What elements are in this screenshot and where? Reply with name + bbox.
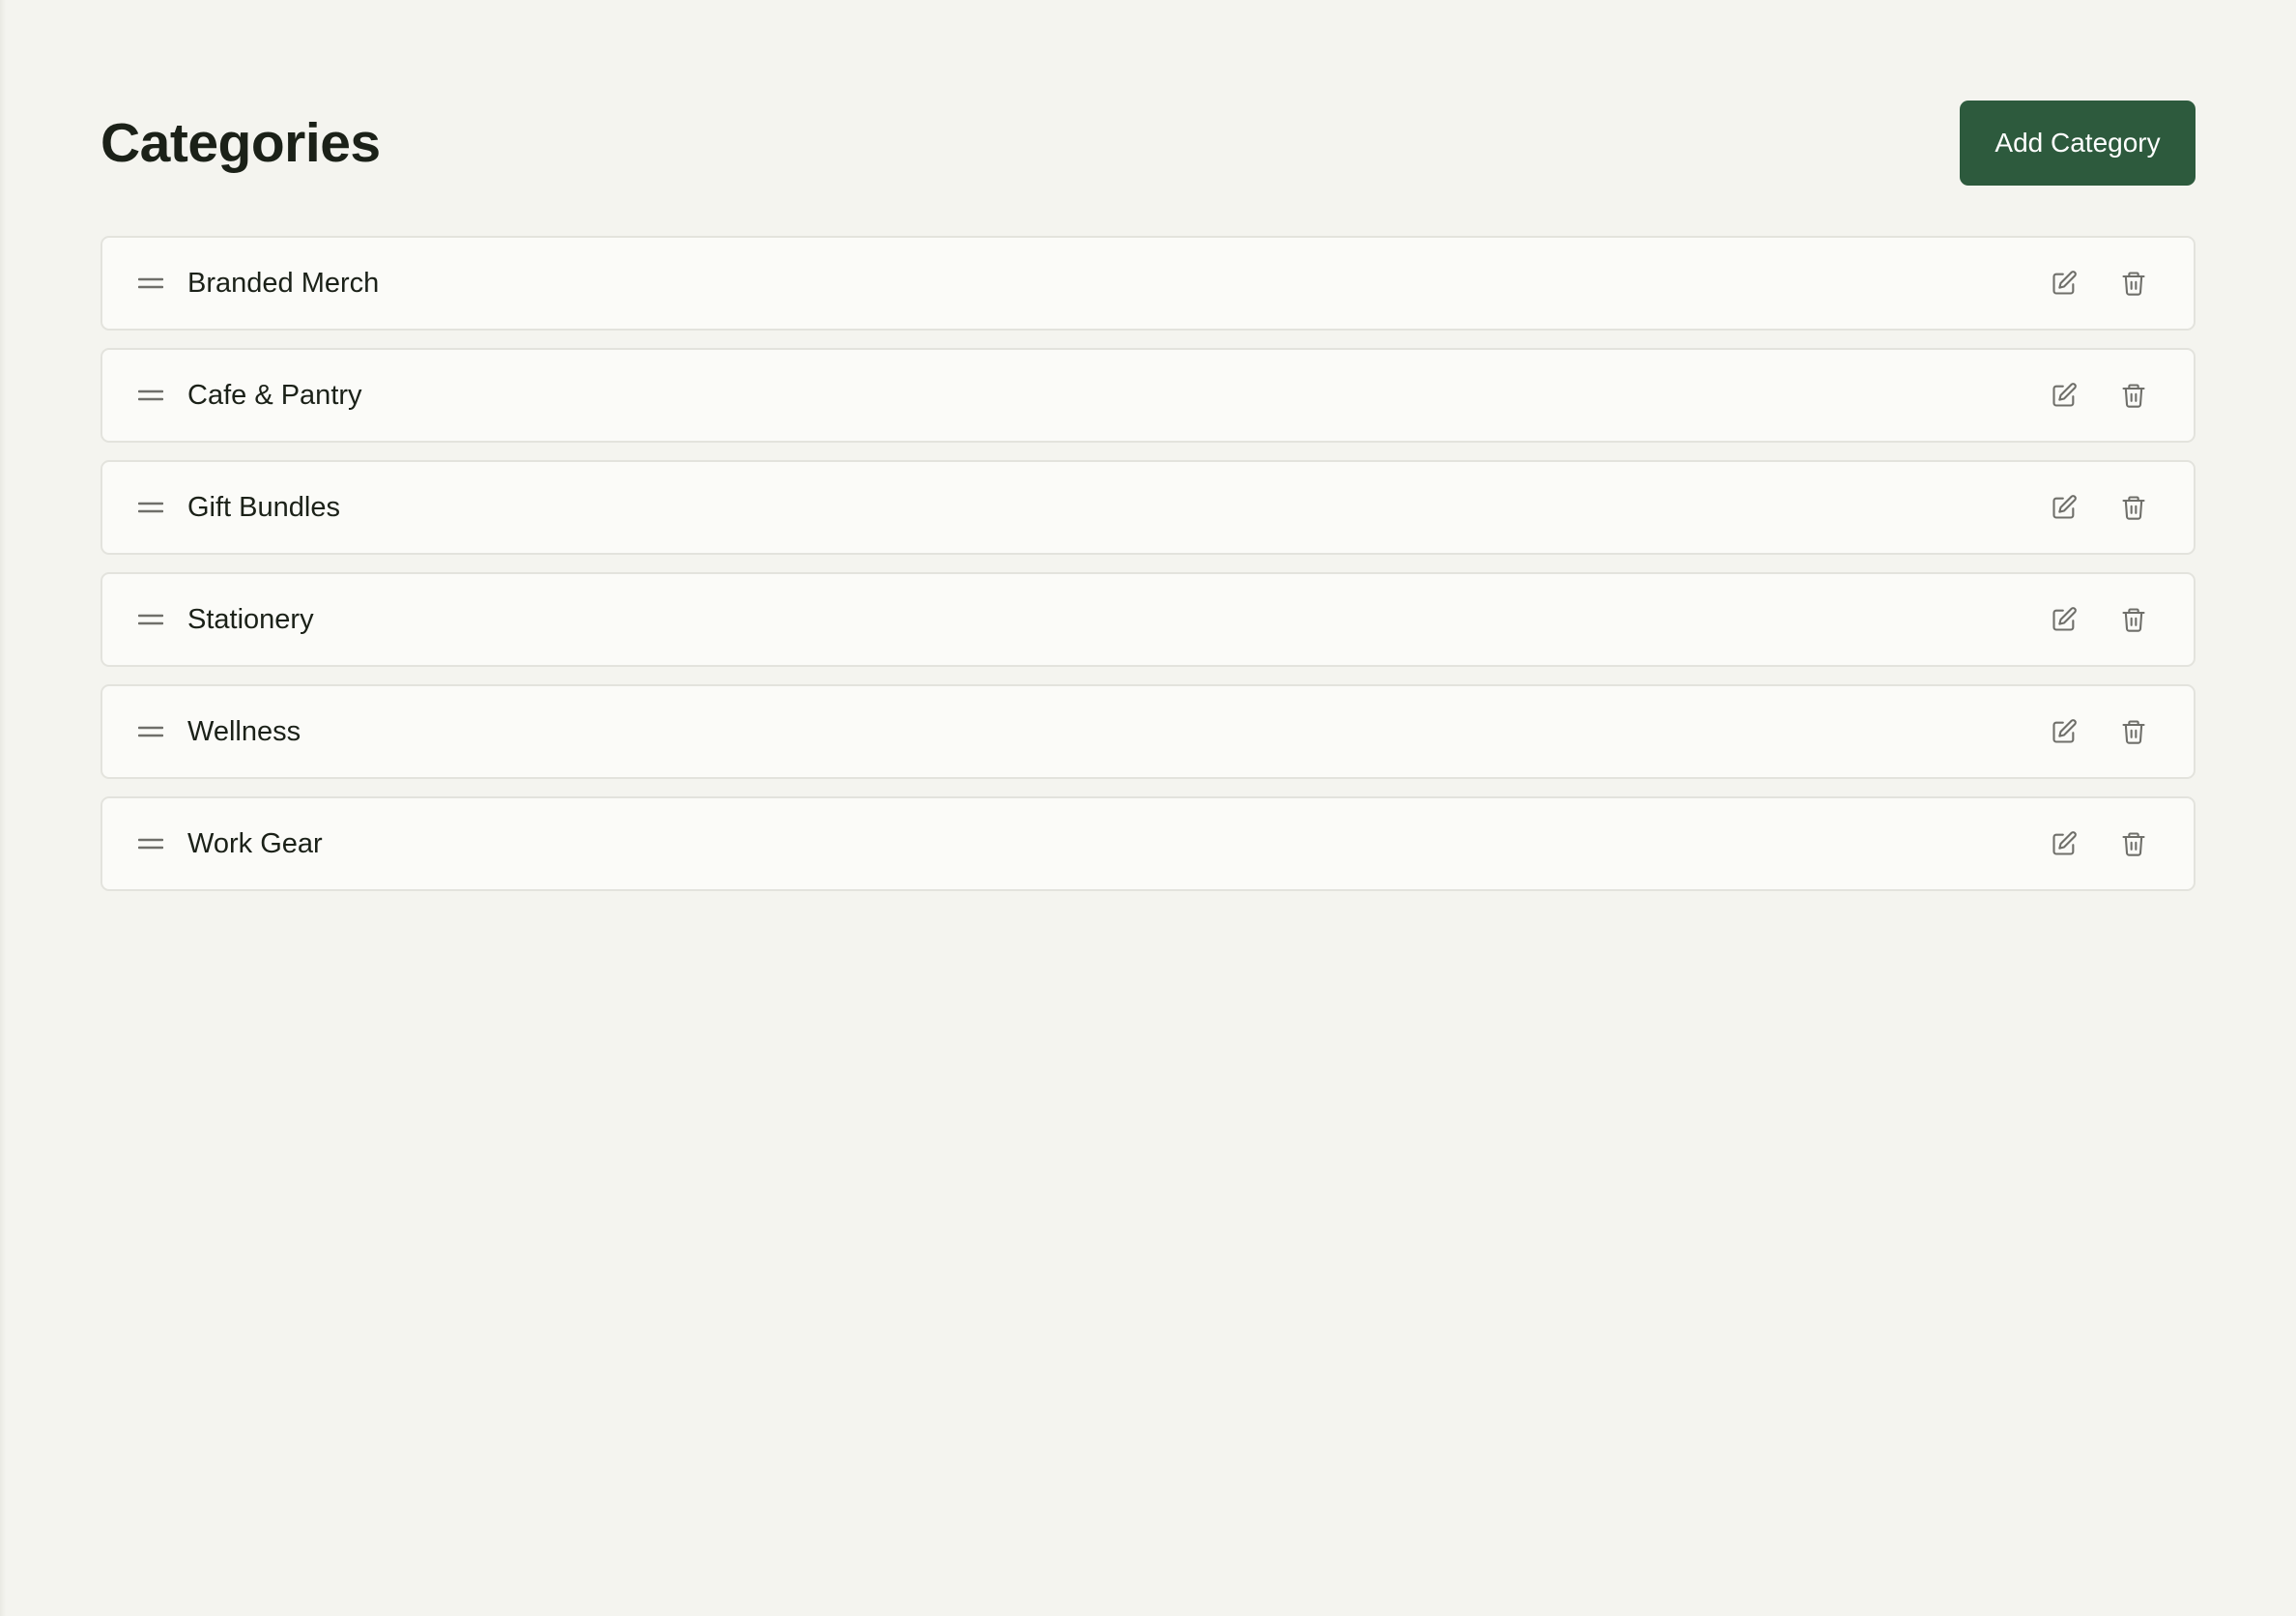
drag-handle-icon[interactable] bbox=[137, 270, 164, 297]
row-actions bbox=[2049, 380, 2159, 411]
category-row[interactable]: Wellness bbox=[100, 684, 2196, 779]
page-title: Categories bbox=[100, 111, 381, 174]
drag-handle-icon[interactable] bbox=[137, 606, 164, 633]
trash-icon[interactable] bbox=[2118, 268, 2149, 299]
category-row[interactable]: Work Gear bbox=[100, 796, 2196, 891]
category-label: Wellness bbox=[187, 715, 301, 747]
page-header: Categories Add Category bbox=[100, 101, 2196, 186]
category-label: Gift Bundles bbox=[187, 491, 340, 523]
edit-icon[interactable] bbox=[2049, 268, 2080, 299]
edit-icon[interactable] bbox=[2049, 828, 2080, 859]
edit-icon[interactable] bbox=[2049, 716, 2080, 747]
drag-handle-icon[interactable] bbox=[137, 382, 164, 409]
category-row[interactable]: Stationery bbox=[100, 572, 2196, 667]
drag-handle-icon[interactable] bbox=[137, 830, 164, 857]
category-label: Work Gear bbox=[187, 827, 323, 859]
window-edge bbox=[0, 0, 6, 1616]
drag-handle-icon[interactable] bbox=[137, 494, 164, 521]
trash-icon[interactable] bbox=[2118, 716, 2149, 747]
drag-handle-icon[interactable] bbox=[137, 718, 164, 745]
category-label: Branded Merch bbox=[187, 267, 380, 299]
trash-icon[interactable] bbox=[2118, 380, 2149, 411]
trash-icon[interactable] bbox=[2118, 828, 2149, 859]
categories-page: Categories Add Category Branded Merch Ca… bbox=[100, 101, 2196, 891]
edit-icon[interactable] bbox=[2049, 604, 2080, 635]
edit-icon[interactable] bbox=[2049, 380, 2080, 411]
row-actions bbox=[2049, 268, 2159, 299]
category-label: Stationery bbox=[187, 603, 314, 635]
category-row[interactable]: Cafe & Pantry bbox=[100, 348, 2196, 443]
row-actions bbox=[2049, 828, 2159, 859]
trash-icon[interactable] bbox=[2118, 492, 2149, 523]
category-label: Cafe & Pantry bbox=[187, 379, 362, 411]
trash-icon[interactable] bbox=[2118, 604, 2149, 635]
row-actions bbox=[2049, 492, 2159, 523]
category-list: Branded Merch Cafe & Pantry Gift Bundles… bbox=[100, 236, 2196, 891]
row-actions bbox=[2049, 604, 2159, 635]
add-category-button[interactable]: Add Category bbox=[1960, 101, 2196, 186]
category-row[interactable]: Gift Bundles bbox=[100, 460, 2196, 555]
edit-icon[interactable] bbox=[2049, 492, 2080, 523]
category-row[interactable]: Branded Merch bbox=[100, 236, 2196, 331]
row-actions bbox=[2049, 716, 2159, 747]
